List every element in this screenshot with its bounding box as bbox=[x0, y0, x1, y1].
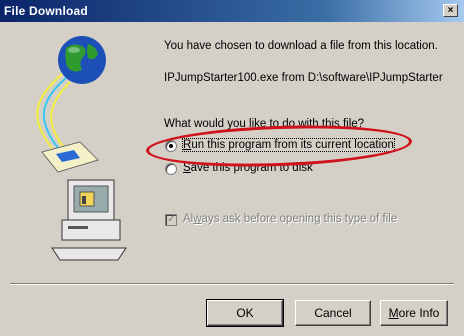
always-pre: Al bbox=[183, 213, 194, 225]
computer-icon bbox=[51, 179, 127, 261]
connection-lines-icon bbox=[36, 73, 71, 149]
always-accel: w bbox=[193, 213, 202, 225]
file-source-text: IPJumpStarter100.exe from D:\software\IP… bbox=[164, 72, 443, 84]
button-separator bbox=[10, 283, 454, 285]
ok-button[interactable]: OK bbox=[206, 299, 284, 327]
title-bar[interactable]: File Download × bbox=[0, 0, 464, 22]
always-ask-label[interactable]: Always ask before opening this type of f… bbox=[183, 213, 397, 225]
question-text: What would you like to do with this file… bbox=[164, 118, 365, 130]
run-program-radio[interactable] bbox=[165, 140, 177, 152]
run-program-label[interactable]: Run this program from its current locati… bbox=[182, 138, 395, 152]
save-program-radio[interactable] bbox=[165, 163, 177, 175]
more-info-accel: M bbox=[388, 306, 399, 320]
cancel-button[interactable]: Cancel bbox=[295, 300, 371, 326]
always-ask-checkbox[interactable] bbox=[165, 212, 177, 226]
save-accel: S bbox=[183, 162, 191, 174]
close-button[interactable]: × bbox=[443, 4, 458, 17]
run-label-text: un this program from its current locatio… bbox=[191, 139, 394, 151]
always-rest: ays ask before opening this type of file bbox=[201, 213, 398, 225]
more-info-button[interactable]: More Info bbox=[380, 300, 448, 326]
globe-icon bbox=[58, 36, 106, 84]
more-info-text: ore Info bbox=[398, 306, 440, 320]
download-illustration bbox=[36, 36, 127, 261]
save-program-label[interactable]: Save this program to disk bbox=[183, 162, 313, 174]
window-title: File Download bbox=[4, 4, 88, 18]
download-location-text: You have chosen to download a file from … bbox=[164, 40, 438, 52]
save-label-text: ave this program to disk bbox=[190, 162, 313, 174]
